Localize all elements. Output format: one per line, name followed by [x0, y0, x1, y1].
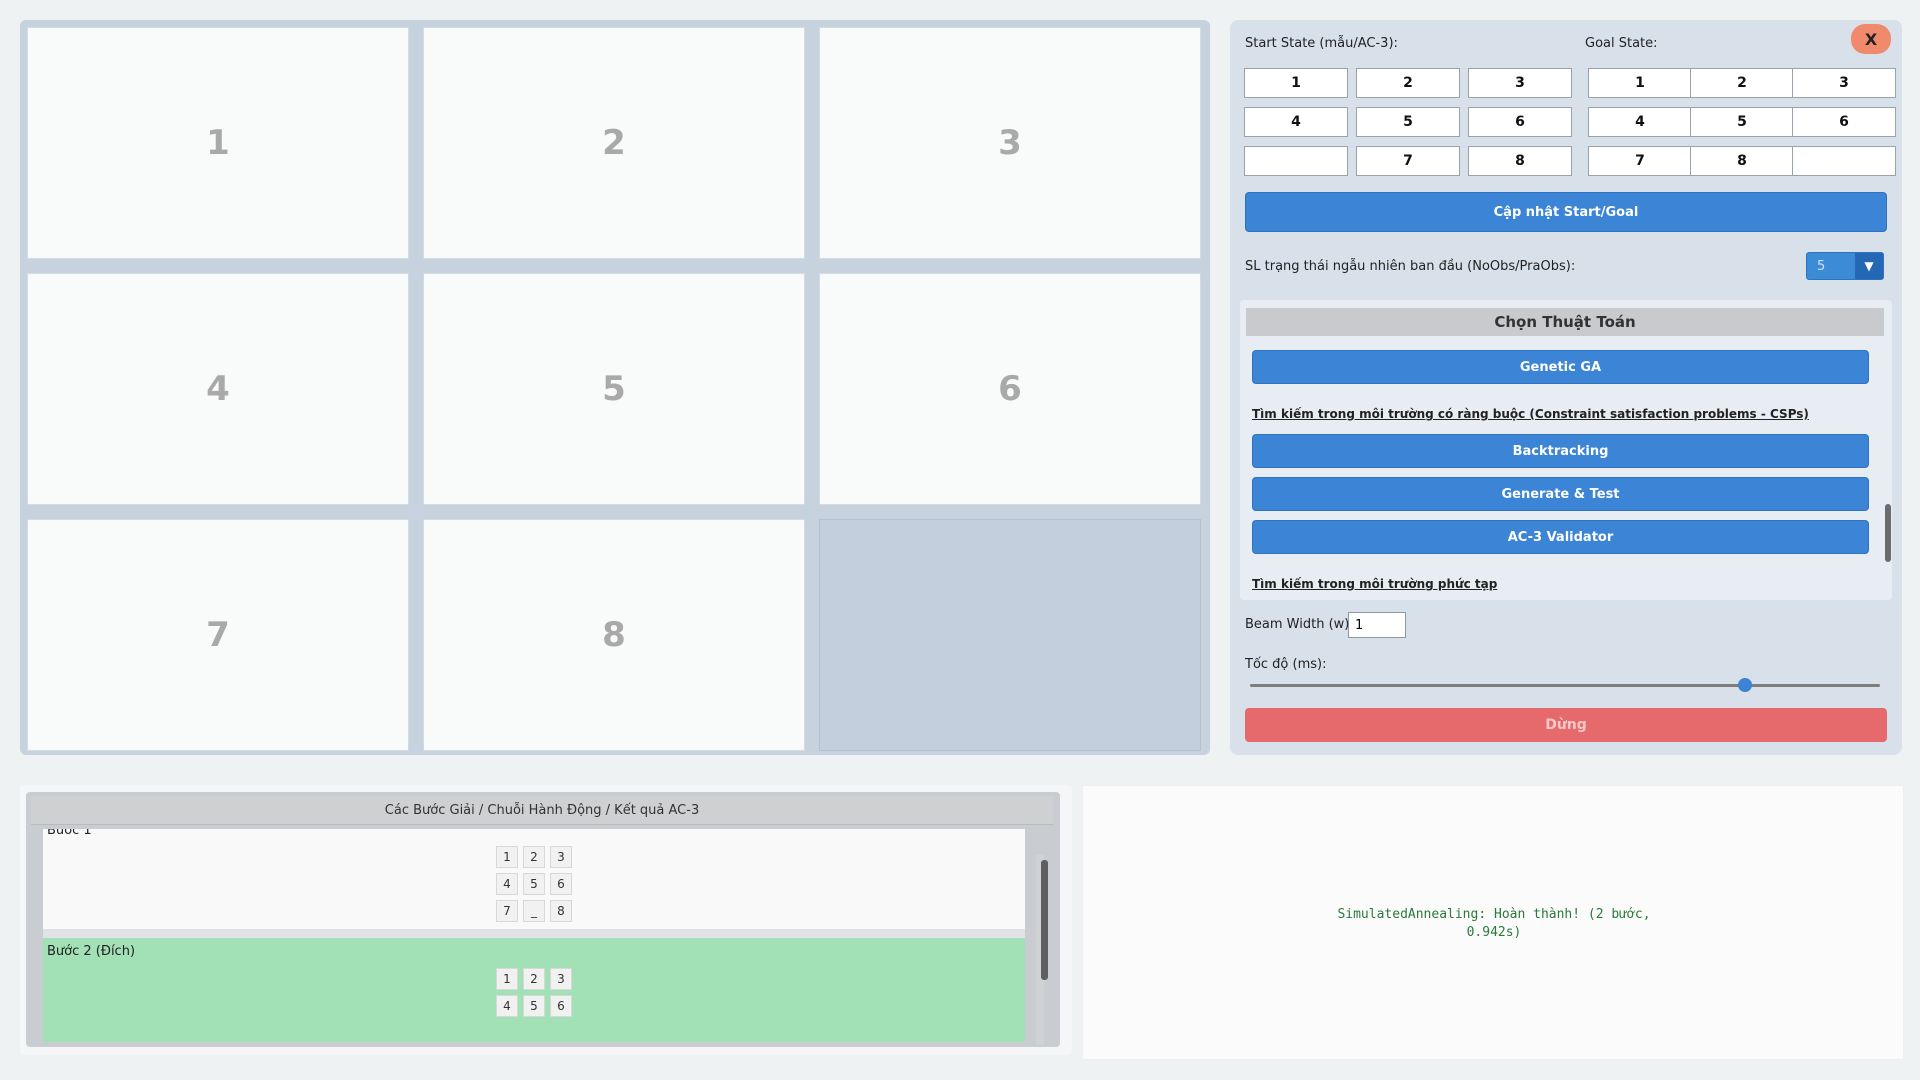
- algorithm-header: Chọn Thuật Toán: [1246, 308, 1884, 336]
- start-cell[interactable]: 1: [1244, 68, 1348, 98]
- goal-cell[interactable]: 1: [1588, 68, 1692, 98]
- board-tile-blank[interactable]: [819, 519, 1201, 751]
- step-cell: _: [523, 900, 545, 922]
- goal-cell[interactable]: [1792, 146, 1896, 176]
- step-title: Bước 2 (Đích): [47, 944, 136, 959]
- start-cell[interactable]: [1244, 146, 1348, 176]
- goal-cell[interactable]: 4: [1588, 107, 1692, 137]
- speed-label: Tốc độ (ms):: [1245, 657, 1327, 672]
- step-cell: 5: [523, 995, 545, 1017]
- beam-width-label: Beam Width (w):: [1245, 617, 1354, 632]
- start-cell[interactable]: 6: [1468, 107, 1572, 137]
- board-tile[interactable]: 2: [423, 27, 805, 259]
- steps-header: Các Bước Giải / Chuỗi Hành Động / Kết qu…: [31, 796, 1053, 825]
- csp-section-link[interactable]: Tìm kiếm trong môi trường có ràng buộc (…: [1252, 407, 1809, 421]
- step-cell: 3: [550, 968, 572, 990]
- steps-frame: Các Bước Giải / Chuỗi Hành Động / Kết qu…: [26, 792, 1060, 1047]
- status-panel: SimulatedAnnealing: Hoàn thành! (2 bước,…: [1082, 785, 1904, 1060]
- board-tile[interactable]: 8: [423, 519, 805, 751]
- goal-cell[interactable]: 7: [1588, 146, 1692, 176]
- algorithm-scrollbar[interactable]: [1885, 504, 1891, 562]
- board-tile[interactable]: 3: [819, 27, 1201, 259]
- speed-slider-thumb[interactable]: [1738, 678, 1752, 692]
- step-cell: 8: [550, 900, 572, 922]
- update-start-goal-button[interactable]: Cập nhật Start/Goal: [1245, 192, 1887, 232]
- step-cell: 3: [550, 846, 572, 868]
- complex-section-link[interactable]: Tìm kiếm trong môi trường phức tạp: [1252, 577, 1497, 591]
- start-cell[interactable]: 5: [1356, 107, 1460, 137]
- control-panel: X Start State (mẫu/AC-3): Goal State: 1 …: [1230, 20, 1902, 755]
- steps-scrollbar-thumb[interactable]: [1041, 860, 1048, 980]
- steps-panel: Các Bước Giải / Chuỗi Hành Động / Kết qu…: [20, 785, 1072, 1055]
- random-states-select[interactable]: 5 ▼: [1806, 252, 1884, 280]
- step-cell: 5: [523, 873, 545, 895]
- step-cell: 1: [496, 846, 518, 868]
- board-tile[interactable]: 4: [27, 273, 409, 505]
- start-cell[interactable]: 3: [1468, 68, 1572, 98]
- algorithm-box: Chọn Thuật Toán Genetic GA Tìm kiếm tron…: [1240, 300, 1892, 600]
- step-cell: 4: [496, 995, 518, 1017]
- random-states-value: 5: [1817, 259, 1826, 274]
- step-cell: 6: [550, 995, 572, 1017]
- step-cell: 7: [496, 900, 518, 922]
- puzzle-board: 1 2 3 4 5 6 7 8: [20, 20, 1210, 755]
- backtracking-button[interactable]: Backtracking: [1252, 434, 1869, 468]
- chevron-down-icon[interactable]: ▼: [1855, 253, 1883, 279]
- genetic-ga-button[interactable]: Genetic GA: [1252, 350, 1869, 384]
- goal-cell[interactable]: 8: [1690, 146, 1794, 176]
- random-states-label: SL trạng thái ngẫu nhiên ban đầu (NoObs/…: [1245, 259, 1576, 274]
- status-line: SimulatedAnnealing: Hoàn thành! (2 bước,: [1337, 907, 1651, 922]
- generate-test-button[interactable]: Generate & Test: [1252, 477, 1869, 511]
- ac3-validator-button[interactable]: AC-3 Validator: [1252, 520, 1869, 554]
- status-line: 0.942s): [1466, 925, 1522, 940]
- board-tile[interactable]: 1: [27, 27, 409, 259]
- start-cell[interactable]: 7: [1356, 146, 1460, 176]
- start-state-label: Start State (mẫu/AC-3):: [1245, 36, 1398, 51]
- goal-cell[interactable]: 3: [1792, 68, 1896, 98]
- goal-state-label: Goal State:: [1585, 36, 1658, 51]
- status-message: SimulatedAnnealing: Hoàn thành! (2 bước,…: [1083, 906, 1905, 942]
- goal-cell[interactable]: 5: [1690, 107, 1794, 137]
- goal-cell[interactable]: 6: [1792, 107, 1896, 137]
- board-tile[interactable]: 6: [819, 273, 1201, 505]
- speed-slider-track[interactable]: [1250, 684, 1880, 687]
- step-cell: 4: [496, 873, 518, 895]
- step-cell: 2: [523, 968, 545, 990]
- board-tile[interactable]: 7: [27, 519, 409, 751]
- board-tile[interactable]: 5: [423, 273, 805, 505]
- step-cell: 6: [550, 873, 572, 895]
- close-button[interactable]: X: [1851, 24, 1891, 54]
- beam-width-input[interactable]: [1348, 612, 1406, 638]
- start-cell[interactable]: 2: [1356, 68, 1460, 98]
- start-cell[interactable]: 4: [1244, 107, 1348, 137]
- goal-cell[interactable]: 2: [1690, 68, 1794, 98]
- step-cell: 2: [523, 846, 545, 868]
- stop-button[interactable]: Dừng: [1245, 708, 1887, 742]
- step-title: Bước 1: [47, 829, 92, 838]
- steps-list: Bước 1 1 2 3 4 5 6 7 _ 8 Bước 2 (Đích) 1…: [43, 829, 1025, 1042]
- start-cell[interactable]: 8: [1468, 146, 1572, 176]
- step-item: Bước 1 1 2 3 4 5 6 7 _ 8: [43, 829, 1025, 929]
- step-cell: 1: [496, 968, 518, 990]
- step-item-goal: Bước 2 (Đích) 1 2 3 4 5 6: [43, 938, 1025, 1042]
